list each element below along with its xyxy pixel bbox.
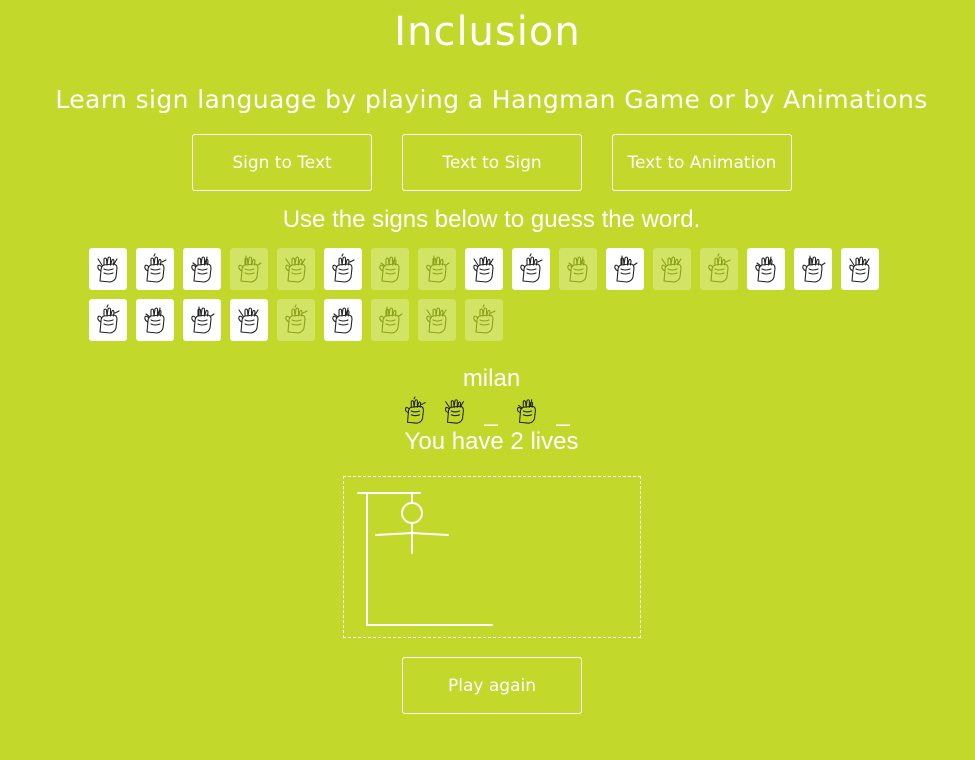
letter-tile [418,299,456,341]
hand-sign-j-icon [426,307,447,334]
letter-tile[interactable] [512,248,550,290]
letter-tile[interactable] [183,299,221,341]
hangman-figure [357,492,493,626]
hand-sign-w-icon [755,256,776,283]
blank-letter: _ [484,400,498,427]
letter-tile [277,299,315,341]
hand-sign-o-icon [614,255,638,283]
hand-sign-f-icon [191,306,215,334]
revealed-letter [400,396,430,426]
guessed-word: _ _ [400,392,574,426]
letter-tile [700,248,738,290]
hangman-right-arm [411,532,449,536]
letter-tile[interactable] [136,248,174,290]
hand-sign-g-icon [191,256,212,283]
letter-tile[interactable] [183,248,221,290]
letter-keyboard [89,248,889,350]
hangman-drawing [343,476,641,638]
letter-tile [418,248,456,290]
hand-sign-e-icon [285,256,306,283]
letter-row [89,248,889,290]
page-title: Inclusion [394,9,581,55]
hangman-left-arm [375,532,413,536]
letter-tile[interactable] [89,248,127,290]
hand-sign-n-icon [285,304,308,334]
letter-tile[interactable] [324,248,362,290]
hand-sign-p-icon [379,256,400,283]
mode-nav: Sign to Text Text to Sign Text to Animat… [192,134,792,191]
hangman-head [401,502,423,524]
play-again-button[interactable]: Play again [402,657,582,714]
hand-sign-d-icon [238,307,259,334]
blank-letter: _ [556,400,570,427]
word-hint: milan [462,365,521,392]
letter-tile[interactable] [747,248,785,290]
letter-tile[interactable] [841,248,879,290]
sign-to-text-button[interactable]: Sign to Text [192,134,372,191]
hand-sign-b-icon [238,255,262,283]
hand-sign-s-icon [661,256,682,283]
text-to-animation-button[interactable]: Text to Animation [612,134,792,191]
hand-sign-m-icon [567,256,588,283]
letter-tile[interactable] [324,299,362,341]
hand-sign-l-icon [332,307,353,334]
hand-sign-v-icon [520,253,543,283]
hand-sign-i-icon [379,306,403,334]
letter-tile[interactable] [794,248,832,290]
letter-tile [465,299,503,341]
page-subtitle: Learn sign language by playing a Hangman… [55,85,928,114]
revealed-letter [440,396,470,426]
letter-tile [371,299,409,341]
text-to-sign-button[interactable]: Text to Sign [402,134,582,191]
letter-tile[interactable] [606,248,644,290]
letter-tile [371,248,409,290]
letter-tile[interactable] [89,299,127,341]
letter-tile [653,248,691,290]
letter-tile[interactable] [230,299,268,341]
hand-sign-t-icon [144,307,165,334]
letter-tile [559,248,597,290]
hand-sign-a-icon [516,399,536,424]
hand-sign-m-icon [404,396,426,424]
hand-sign-a-icon [708,253,731,283]
letter-row [89,299,889,341]
hand-sign-z-icon [97,304,120,334]
hand-sign-x-icon [802,255,826,283]
hand-sign-q-icon [473,256,494,283]
hand-sign-u-icon [473,304,496,334]
letter-tile[interactable] [136,299,174,341]
letter-tile [277,248,315,290]
hand-sign-y-icon [97,256,118,283]
hand-sign-k-icon [332,253,355,283]
hand-sign-i-icon [444,399,464,424]
hand-sign-c-icon [144,253,167,283]
letter-tile [230,248,268,290]
revealed-letter [512,396,542,426]
hand-sign-r-icon [849,256,870,283]
lives-counter: You have 2 lives [404,428,579,455]
letter-tile[interactable] [465,248,503,290]
game-instructions: Use the signs below to guess the word. [282,206,701,233]
hand-sign-h-icon [426,255,450,283]
